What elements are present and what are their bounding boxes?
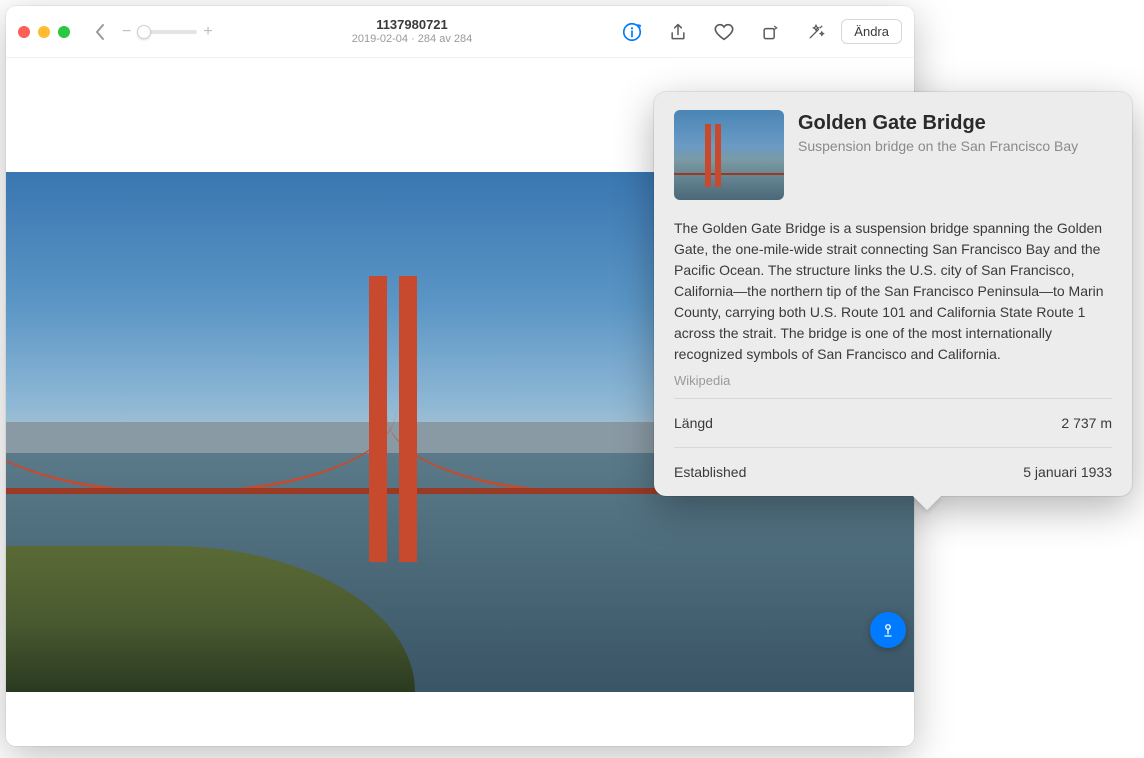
- popover-thumbnail: [674, 110, 784, 200]
- favorite-button[interactable]: [711, 19, 737, 45]
- info-button[interactable]: [619, 19, 645, 45]
- photo-counter: 284 av 284: [418, 33, 472, 45]
- location-badge[interactable]: [870, 612, 906, 648]
- fact-row: Längd 2 737 m: [674, 398, 1112, 447]
- info-popover: Golden Gate Bridge Suspension bridge on …: [654, 92, 1132, 496]
- location-pin-icon: [879, 621, 897, 639]
- window-controls: [18, 26, 70, 38]
- popover-description: The Golden Gate Bridge is a suspension b…: [674, 218, 1112, 365]
- zoom-track[interactable]: [137, 30, 197, 34]
- photo-subtitle: 2019-02-04 · 284 av 284: [221, 33, 604, 46]
- enhance-button[interactable]: [803, 19, 829, 45]
- fullscreen-window-button[interactable]: [58, 26, 70, 38]
- close-window-button[interactable]: [18, 26, 30, 38]
- popover-source[interactable]: Wikipedia: [674, 373, 1112, 388]
- fact-row: Established 5 januari 1933: [674, 447, 1112, 496]
- fact-label: Längd: [674, 415, 713, 431]
- fact-label: Established: [674, 464, 746, 480]
- zoom-slider[interactable]: − +: [122, 23, 213, 41]
- rotate-button[interactable]: [757, 19, 783, 45]
- title-block: 1137980721 2019-02-04 · 284 av 284: [221, 17, 604, 47]
- toolbar: − + 1137980721 2019-02-04 · 284 av 284: [6, 6, 914, 58]
- photo-date: 2019-02-04: [352, 33, 408, 45]
- back-button[interactable]: [88, 18, 112, 46]
- fact-value: 5 januari 1933: [1023, 464, 1112, 480]
- popover-title: Golden Gate Bridge: [798, 112, 1112, 135]
- zoom-in-icon: +: [203, 23, 212, 41]
- toolbar-actions: [619, 19, 829, 45]
- zoom-out-icon: −: [122, 23, 131, 41]
- edit-button[interactable]: Ändra: [841, 19, 902, 44]
- minimize-window-button[interactable]: [38, 26, 50, 38]
- popover-subtitle: Suspension bridge on the San Francisco B…: [798, 137, 1112, 155]
- fact-value: 2 737 m: [1061, 415, 1112, 431]
- zoom-thumb[interactable]: [137, 25, 151, 39]
- share-button[interactable]: [665, 19, 691, 45]
- photo-title: 1137980721: [221, 17, 604, 33]
